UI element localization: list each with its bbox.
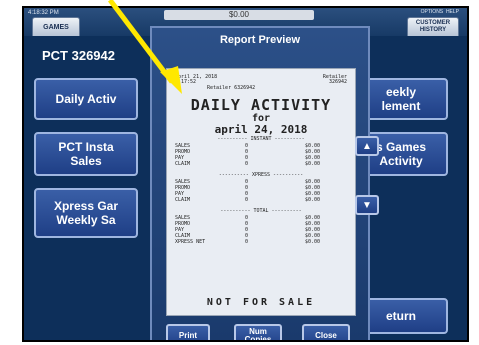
receipt-row-count: 0: [245, 185, 249, 191]
receipt-row: CLAIM 0 $0.00: [175, 198, 349, 203]
close-button[interactable]: Close: [302, 324, 350, 340]
xpress-games-weekly-button[interactable]: Xpress Gar Weekly Sa: [34, 188, 138, 238]
receipt-row: PAY 0 $0.00: [175, 156, 349, 161]
receipt-row: PAY 0 $0.00: [175, 228, 349, 233]
receipt-row-count: 0: [245, 179, 249, 185]
receipt-row-count: 0: [245, 155, 249, 161]
dialog-title: Report Preview: [219, 34, 301, 46]
receipt-retailer-line: Retailer 6326942: [207, 85, 256, 91]
receipt-preview: april 21, 2018 4:17:52 Retailer 326942 R…: [166, 68, 356, 316]
print-button[interactable]: Print: [166, 324, 210, 340]
receipt-row-count: 0: [245, 233, 249, 239]
daily-activity-button[interactable]: Daily Activ: [34, 78, 138, 120]
arrow-up-icon: ▲: [362, 140, 372, 152]
report-preview-dialog: Report Preview april 21, 2018 4:17:52 Re…: [150, 26, 379, 340]
balance-display: $0.00: [164, 10, 314, 20]
receipt-header-left: april 21, 2018 4:17:52: [175, 74, 218, 85]
receipt-row-amount: $0.00: [305, 161, 321, 167]
receipt-row-count: 0: [245, 149, 249, 155]
receipt-row-label: CLAIM: [175, 161, 191, 167]
receipt-row-count: 0: [245, 143, 249, 149]
scroll-down-button[interactable]: ▼: [355, 195, 379, 215]
receipt-row-count: 0: [245, 221, 249, 227]
arrow-down-icon: ▼: [362, 199, 372, 211]
receipt-row: CLAIM 0 $0.00: [175, 162, 349, 167]
receipt-row-count: 0: [245, 215, 249, 221]
receipt-row-label: PROMO: [175, 221, 191, 227]
tab-customer-history[interactable]: CUSTOMER HISTORY: [407, 17, 459, 36]
tab-games[interactable]: GAMES: [32, 17, 80, 36]
help-options[interactable]: OPTIONS HELP: [421, 9, 459, 15]
receipt-section-header: ---------- TOTAL ----------: [220, 208, 302, 214]
receipt-heading: DAILY ACTIVITY: [190, 96, 332, 114]
receipt-row: SALES 0 $0.00: [175, 216, 349, 221]
receipt-row-count: 0: [245, 191, 249, 197]
receipt-footer: NOT FOR SALE: [206, 297, 316, 308]
receipt-row-count: 0: [245, 197, 249, 203]
receipt-row: SALES 0 $0.00: [175, 180, 349, 185]
receipt-row-count: 0: [245, 161, 249, 167]
receipt-row: PROMO 0 $0.00: [175, 186, 349, 191]
terminal-screen: 4:18:32 PM $0.00 OPTIONS HELP GAMES CUST…: [22, 6, 469, 342]
receipt-row-label: CLAIM: [175, 197, 191, 203]
receipt-row: SALES 0 $0.00: [175, 144, 349, 149]
receipt-row: PROMO 0 $0.00: [175, 222, 349, 227]
scroll-up-button[interactable]: ▲: [355, 136, 379, 156]
receipt-section-header: ---------- INSTANT ----------: [217, 136, 305, 142]
receipt-row-label: PROMO: [175, 149, 191, 155]
receipt-row-amount: $0.00: [305, 197, 321, 203]
receipt-header-right: Retailer 326942: [322, 74, 347, 85]
receipt-row-count: 0: [245, 227, 249, 233]
receipt-section-header: ---------- XPRESS ----------: [218, 172, 304, 178]
num-copies-button[interactable]: Num Copies: [234, 324, 282, 340]
receipt-row-label: PROMO: [175, 185, 191, 191]
receipt-row-count: 0: [245, 239, 249, 245]
options-button[interactable]: OPTIONS: [421, 9, 444, 15]
receipt-row-label: XPRESS NET: [175, 239, 206, 245]
help-button[interactable]: HELP: [446, 9, 459, 15]
status-time: 4:18:32 PM: [28, 10, 59, 16]
receipt-date: april 24, 2018: [214, 123, 308, 136]
page-title: PCT 326942: [42, 48, 115, 63]
receipt-row: XPRESS NET 0 $0.00: [175, 240, 349, 245]
receipt-row: PAY 0 $0.00: [175, 192, 349, 197]
pct-instant-sales-button[interactable]: PCT Insta Sales: [34, 132, 138, 176]
receipt-row-amount: $0.00: [305, 239, 321, 245]
receipt-row: PROMO 0 $0.00: [175, 150, 349, 155]
